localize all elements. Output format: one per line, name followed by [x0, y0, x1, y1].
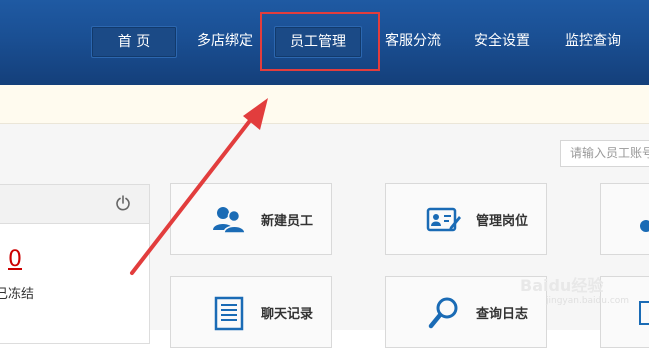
partial-tile[interactable] [600, 183, 649, 255]
frozen-count[interactable]: 0 [8, 249, 22, 271]
notice-strip [0, 85, 649, 124]
nav-security-settings[interactable]: 安全设置 [469, 26, 535, 56]
document-icon [639, 301, 649, 325]
frozen-count-label: 已冻结 [0, 287, 35, 302]
nav-monitoring-query[interactable]: 监控查询 [558, 26, 628, 56]
chat-records-tile[interactable]: 聊天记录 [170, 276, 332, 348]
document-list-icon [214, 296, 244, 331]
users-icon [640, 220, 649, 232]
users-icon [213, 207, 246, 234]
panel-header [0, 185, 149, 224]
watermark: Baidu经验 jingyan.baidu.com [520, 272, 629, 306]
watermark-text: Baidu经验 [520, 276, 604, 295]
new-staff-tile[interactable]: 新建员工 [170, 183, 332, 255]
account-status-panel: 0 已冻结 [0, 184, 150, 344]
staff-search-input[interactable]: 请输入员工账号 [560, 140, 649, 167]
nav-multi-store-binding[interactable]: 多店绑定 [190, 26, 260, 56]
power-icon[interactable] [115, 195, 131, 211]
tile-label: 管理岗位 [476, 214, 529, 229]
id-card-edit-icon [426, 207, 461, 232]
highlight-annotation-box [260, 12, 380, 71]
manage-positions-tile[interactable]: 管理岗位 [385, 183, 547, 255]
nav-home[interactable]: 首 页 [91, 26, 177, 58]
watermark-subtext: jingyan.baidu.com [546, 296, 630, 306]
nav-customer-service-routing[interactable]: 客服分流 [378, 26, 448, 56]
tile-label: 聊天记录 [261, 307, 314, 322]
tile-label: 新建员工 [261, 214, 314, 229]
magnifier-icon [428, 297, 458, 329]
